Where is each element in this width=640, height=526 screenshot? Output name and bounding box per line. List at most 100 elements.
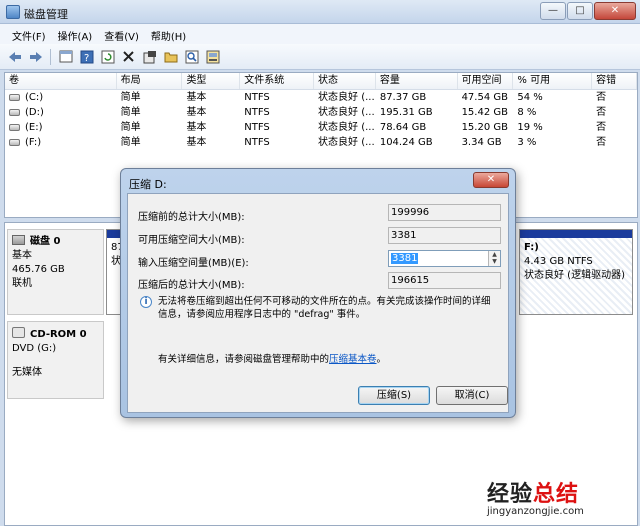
cdrom-0-media: 无媒体 xyxy=(12,367,42,378)
column-capacity[interactable]: 容量 xyxy=(376,73,458,89)
cdrom-0-info[interactable]: CD-ROM 0 DVD (G:) 无媒体 xyxy=(7,321,104,399)
maximize-button[interactable]: □ xyxy=(567,2,593,20)
rescan-icon[interactable] xyxy=(204,48,221,65)
table-row[interactable]: (D:) 简单 基本 NTFS 状态良好 (... 195.31 GB 15.4… xyxy=(5,105,637,120)
capacity-cell: 78.64 GB xyxy=(379,122,427,133)
dialog-body: 压缩前的总计大小(MB): 199996 可用压缩空间大小(MB): 3381 … xyxy=(127,193,509,413)
spin-down-icon[interactable]: ▼ xyxy=(489,258,500,265)
disk-0-status: 联机 xyxy=(12,278,32,289)
disk-0-size: 465.76 GB xyxy=(12,264,65,275)
column-percent-free[interactable]: % 可用 xyxy=(513,73,593,89)
title-bar: 磁盘管理 — □ ✕ xyxy=(0,0,640,24)
menu-action[interactable]: 操作(A) xyxy=(52,24,99,44)
toolbar-separator xyxy=(50,48,51,65)
cdrom-0-name: CD-ROM 0 xyxy=(30,329,87,340)
drive-icon xyxy=(9,109,20,116)
status-cell: 状态良好 (... xyxy=(318,137,375,148)
layout-cell: 简单 xyxy=(120,92,141,103)
disk-0-title: 磁盘 0 xyxy=(12,235,99,249)
help-suffix: 。 xyxy=(376,354,387,365)
volume-cell: (C:) xyxy=(5,90,117,105)
disk-0-info[interactable]: 磁盘 0 基本 465.76 GB 联机 xyxy=(7,229,104,315)
column-volume[interactable]: 卷 xyxy=(5,73,117,89)
type-cell: 基本 xyxy=(186,122,207,133)
spin-up-icon[interactable]: ▲ xyxy=(489,251,500,258)
free-space-cell: 15.42 GB xyxy=(461,107,508,118)
menu-file[interactable]: 文件(F) xyxy=(6,24,52,44)
dialog-close-button[interactable]: ✕ xyxy=(473,172,509,188)
capacity-cell: 104.24 GB xyxy=(379,137,433,148)
filesystem-cell: NTFS xyxy=(244,137,270,148)
column-filesystem[interactable]: 文件系统 xyxy=(240,73,315,89)
open-icon[interactable] xyxy=(162,48,179,65)
cdrom-0-title: CD-ROM 0 xyxy=(12,327,99,342)
capacity-cell: 195.31 GB xyxy=(379,107,433,118)
available-shrink-value: 3381 xyxy=(388,227,501,244)
total-after-value: 196615 xyxy=(388,272,501,289)
table-row[interactable]: (F:) 简单 基本 NTFS 状态良好 (... 104.24 GB 3.34… xyxy=(5,135,637,150)
type-cell: 基本 xyxy=(186,137,207,148)
back-icon[interactable] xyxy=(6,48,23,65)
shrink-amount-spinner[interactable]: ▲ ▼ xyxy=(488,251,500,266)
watermark-text-b: 总结 xyxy=(533,481,580,507)
hard-disk-icon xyxy=(12,235,25,245)
shrink-amount-input[interactable]: 3381 ▲ ▼ xyxy=(388,250,501,267)
volume-name: (F:) xyxy=(25,137,42,148)
partition-f-text: F:) 4.43 GB NTFS 状态良好 (逻辑驱动器) xyxy=(520,238,632,314)
disk-0-type: 基本 xyxy=(12,250,32,261)
free-space-cell: 47.54 GB xyxy=(461,92,508,103)
shrink-dialog: 压缩 D: ✕ 压缩前的总计大小(MB): 199996 可用压缩空间大小(MB… xyxy=(120,168,516,418)
settings-icon[interactable] xyxy=(141,48,158,65)
column-layout[interactable]: 布局 xyxy=(117,73,183,89)
partition-c-size-fragment: 87 xyxy=(111,242,124,253)
table-row[interactable]: (E:) 简单 基本 NTFS 状态良好 (... 78.64 GB 15.20… xyxy=(5,120,637,135)
svg-text:?: ? xyxy=(84,53,89,64)
free-space-cell: 3.34 GB xyxy=(461,137,502,148)
window-controls: — □ ✕ xyxy=(540,2,636,20)
filesystem-cell: NTFS xyxy=(244,122,270,133)
help-link[interactable]: 压缩基本卷 xyxy=(329,354,377,365)
delete-icon[interactable] xyxy=(120,48,137,65)
close-button[interactable]: ✕ xyxy=(594,2,636,20)
disk-0-name: 磁盘 0 xyxy=(30,236,61,247)
toolbar: ? xyxy=(0,44,640,70)
partition-f-label: F:) xyxy=(524,242,539,253)
menu-view[interactable]: 查看(V) xyxy=(98,24,145,44)
type-cell: 基本 xyxy=(186,107,207,118)
table-row[interactable]: (C:) 简单 基本 NTFS 状态良好 (... 87.37 GB 47.54… xyxy=(5,90,637,105)
forward-icon[interactable] xyxy=(27,48,44,65)
menu-bar: 文件(F) 操作(A) 查看(V) 帮助(H) xyxy=(0,24,640,44)
refresh-icon[interactable] xyxy=(99,48,116,65)
total-before-label: 压缩前的总计大小(MB): xyxy=(138,212,245,223)
dialog-title: 压缩 D: xyxy=(129,178,167,191)
window-title: 磁盘管理 xyxy=(24,8,68,21)
fault-tolerance-cell: 否 xyxy=(596,107,607,118)
column-type[interactable]: 类型 xyxy=(182,73,241,89)
drive-icon xyxy=(9,94,20,101)
shrink-amount-label: 输入压缩空间量(MB)(E): xyxy=(138,258,249,269)
volume-cell: (E:) xyxy=(5,120,117,135)
column-free-space[interactable]: 可用空间 xyxy=(458,73,514,89)
volume-cell: (D:) xyxy=(5,105,117,120)
drive-icon xyxy=(9,124,20,131)
filesystem-cell: NTFS xyxy=(244,92,270,103)
menu-help[interactable]: 帮助(H) xyxy=(145,24,192,44)
partition-bar xyxy=(107,230,121,238)
partition-f[interactable]: F:) 4.43 GB NTFS 状态良好 (逻辑驱动器) xyxy=(519,229,633,315)
search-icon[interactable] xyxy=(183,48,200,65)
column-fault-tolerance[interactable]: 容错 xyxy=(592,73,637,89)
partition-f-size: 4.43 GB NTFS xyxy=(524,256,593,267)
minimize-button[interactable]: — xyxy=(540,2,566,20)
filesystem-cell: NTFS xyxy=(244,107,270,118)
column-status[interactable]: 状态 xyxy=(314,73,376,89)
cancel-button[interactable]: 取消(C) xyxy=(436,386,508,405)
fault-tolerance-cell: 否 xyxy=(596,92,607,103)
watermark-url: jingyanzongjie.com xyxy=(487,506,584,517)
volume-name: (C:) xyxy=(25,92,44,103)
shrink-button[interactable]: 压缩(S) xyxy=(358,386,430,405)
properties-icon[interactable] xyxy=(57,48,74,65)
help-text: 有关详细信息，请参阅磁盘管理帮助中的压缩基本卷。 xyxy=(158,351,386,365)
help-icon[interactable]: ? xyxy=(78,48,95,65)
layout-cell: 简单 xyxy=(120,107,141,118)
available-shrink-label: 可用压缩空间大小(MB): xyxy=(138,235,245,246)
